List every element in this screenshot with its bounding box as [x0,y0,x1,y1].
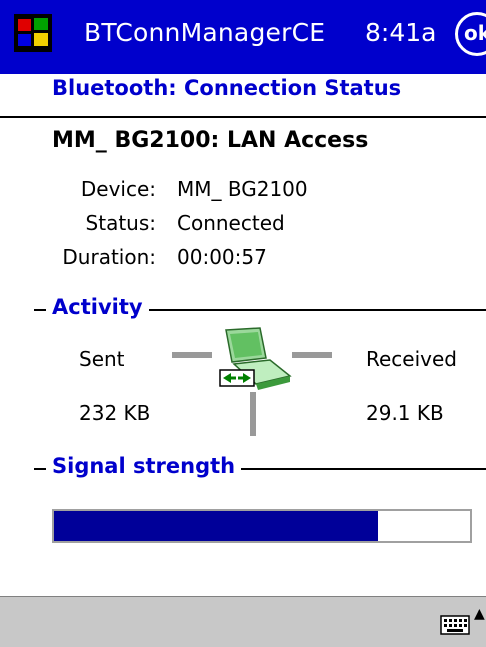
app-title: BTConnManagerCE [84,18,326,47]
input-menu-arrow-icon[interactable]: ▲ [474,606,485,622]
sent-value: 232 KB [79,401,151,425]
received-connector-line [292,352,332,358]
bottom-toolbar [0,596,486,647]
device-value: MM_ BG2100 [177,177,308,201]
clock[interactable]: 8:41a [365,18,436,47]
signal-heading: Signal strength [46,454,242,478]
sent-label: Sent [79,347,125,371]
received-label: Received [366,347,457,371]
signal-strength-bar [52,509,472,543]
vertical-connector-line [250,392,256,436]
keyboard-icon[interactable] [440,614,470,636]
windows-flag-icon[interactable] [14,14,52,52]
network-computer-icon [219,327,292,390]
connection-name: MM_ BG2100: LAN Access [52,128,369,153]
signal-strength-fill [54,511,379,541]
status-label: Status: [85,211,156,235]
sent-connector-line [172,352,212,358]
page-title: Bluetooth: Connection Status [52,76,402,100]
duration-label: Duration: [62,245,156,269]
status-value: Connected [177,211,285,235]
duration-value: 00:00:57 [177,245,267,269]
activity-heading: Activity [46,295,149,319]
device-label: Device: [80,177,156,201]
ok-button[interactable]: ok [455,12,486,56]
title-bar: BTConnManagerCE 8:41a ok [0,0,486,74]
received-value: 29.1 KB [366,401,444,425]
